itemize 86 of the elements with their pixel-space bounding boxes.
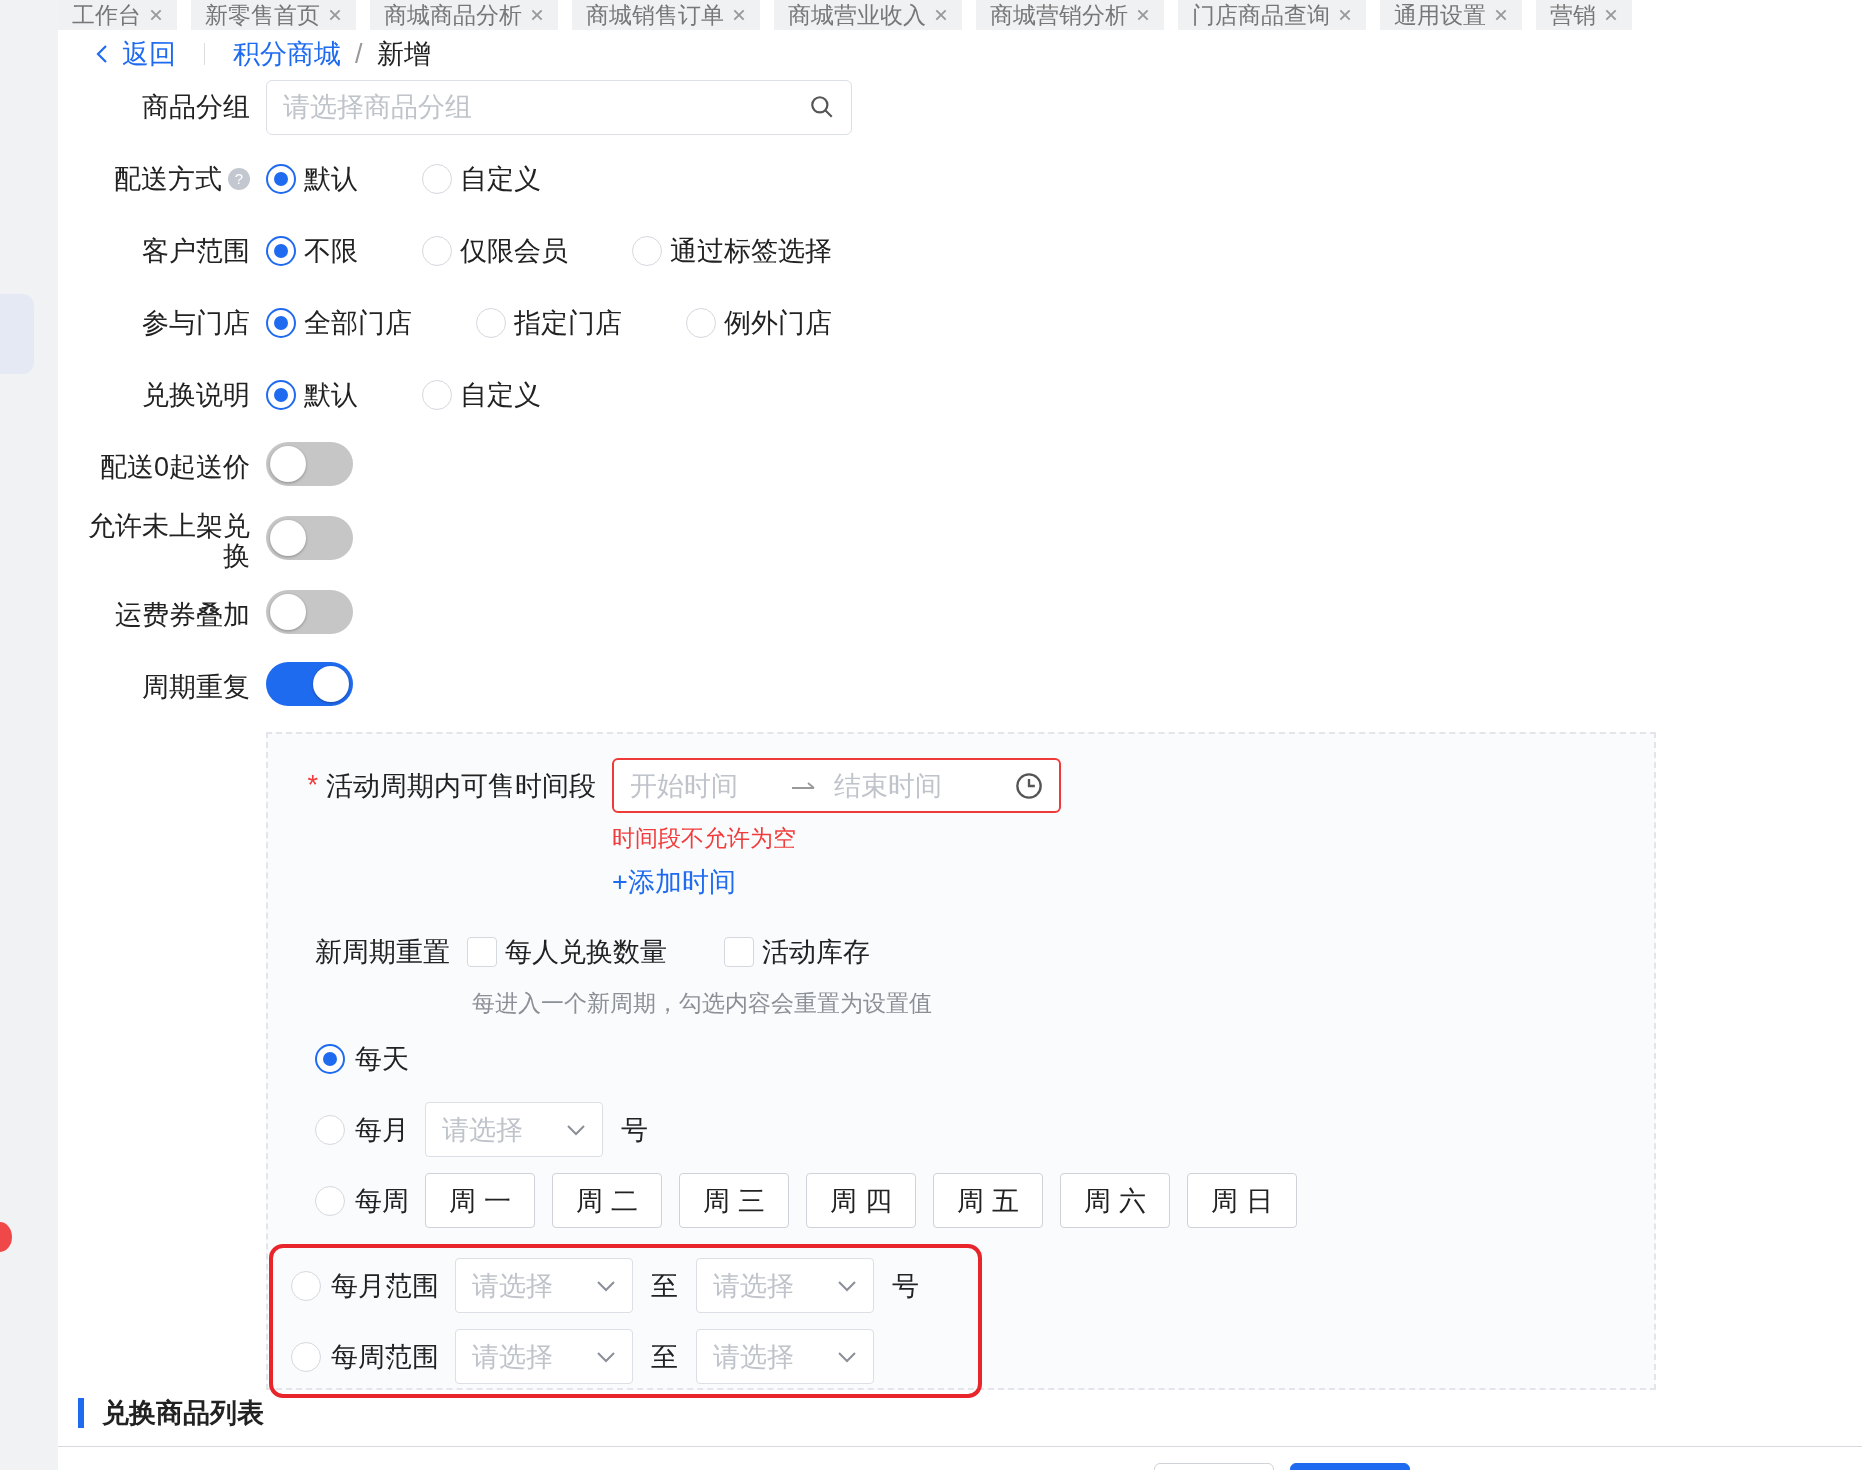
option-label: 每周范围 [331,1340,439,1374]
weekday-button[interactable]: 周 四 [806,1173,916,1228]
tab[interactable]: 门店商品查询 [1178,0,1366,30]
toggle-switch[interactable] [266,441,353,486]
tab[interactable]: 商城销售订单 [572,0,760,30]
section-title: 兑换商品列表 [102,1398,264,1428]
section-marker [78,1398,84,1428]
field-label: 周期重复 [142,672,250,702]
back-link[interactable]: 返回 [122,36,176,72]
chevron-down-icon [596,1279,616,1292]
tab[interactable]: 工作台 [58,0,177,30]
option-label: 默认 [304,379,358,412]
radio-button[interactable] [266,380,296,410]
checkbox[interactable] [467,937,497,967]
weekday-button[interactable]: 周 日 [1187,1173,1297,1228]
field-label: 配送0起送价 [99,452,250,482]
close-icon[interactable] [1338,8,1352,22]
toggle-switch[interactable] [266,589,353,634]
radio-button[interactable] [266,164,296,194]
option-label: 指定门店 [514,307,622,340]
radio-button[interactable] [315,1043,345,1074]
option-label: 自定义 [460,163,541,196]
suffix-label: 号 [621,1113,648,1147]
close-icon[interactable] [1604,8,1618,22]
hint-text: 每进入一个新周期，勾选内容会重置为设置值 [471,989,933,1018]
field-label: 配送方式 [114,164,222,194]
toggle-switch[interactable] [266,515,353,560]
close-icon[interactable] [1136,8,1150,22]
range-separator: 至 [651,1269,678,1303]
weekday-button[interactable]: 周 三 [679,1173,789,1228]
breadcrumb-separator: / [355,38,363,70]
option-label: 每天 [355,1042,409,1076]
weekday-button[interactable]: 周 五 [933,1173,1043,1228]
field-label: 新周期重置 [315,936,450,969]
option-label: 每月 [355,1113,409,1147]
field-label: 运费券叠加 [115,600,250,630]
suffix-label: 号 [892,1269,919,1303]
radio-button[interactable] [266,236,296,266]
close-icon[interactable] [149,8,163,22]
option-label: 不限 [304,235,358,268]
breadcrumb-current: 新增 [376,38,431,71]
radio-button[interactable] [266,308,296,338]
breadcrumb-link[interactable]: 积分商城 [233,36,341,72]
close-icon[interactable] [934,8,948,22]
field-label: 兑换说明 [142,380,250,410]
option-label: 每月范围 [331,1269,439,1303]
add-time-link[interactable]: +添加时间 [612,864,736,900]
field-label: 活动周期内可售时间段 [326,769,596,803]
checkbox-label: 每人兑换数量 [505,936,667,969]
option-label: 通过标签选择 [670,235,832,268]
close-icon[interactable] [530,8,544,22]
error-message: 时间段不允许为空 [612,824,796,853]
field-label: 参与门店 [142,308,250,338]
tab[interactable]: 营销 [1536,0,1632,30]
tab[interactable]: 商城营销分析 [976,0,1164,30]
field-label: 允许未上架兑换 [87,511,250,571]
option-label: 默认 [304,163,358,196]
field-label: 商品分组 [142,92,250,122]
option-label: 仅限会员 [460,235,568,268]
clock-icon [1015,771,1043,800]
field-label: 客户范围 [142,236,250,266]
option-label: 例外门店 [724,307,832,340]
chevron-down-icon [837,1279,857,1292]
checkbox[interactable] [724,937,754,967]
close-icon[interactable] [328,8,342,22]
weekday-button[interactable]: 周 一 [425,1173,535,1228]
option-label: 全部门店 [304,307,412,340]
option-label: 每周 [355,1184,409,1218]
chevron-down-icon [596,1350,616,1363]
toggle-switch[interactable] [266,661,353,706]
tab[interactable]: 通用设置 [1380,0,1522,30]
chevron-down-icon [837,1350,857,1363]
range-separator: 至 [651,1340,678,1374]
tab[interactable]: 商城营业收入 [774,0,962,30]
close-icon[interactable] [732,8,746,22]
required-mark: * [307,770,318,801]
option-label: 自定义 [460,379,541,412]
chevron-down-icon [566,1123,586,1136]
checkbox-label: 活动库存 [762,936,870,969]
close-icon[interactable] [1494,8,1508,22]
weekday-button[interactable]: 周 二 [552,1173,662,1228]
tab[interactable]: 商城商品分析 [370,0,558,30]
back-icon[interactable] [96,44,108,64]
weekday-button[interactable]: 周 六 [1060,1173,1170,1228]
tab[interactable]: 新零售首页 [191,0,356,30]
search-icon [809,94,835,120]
